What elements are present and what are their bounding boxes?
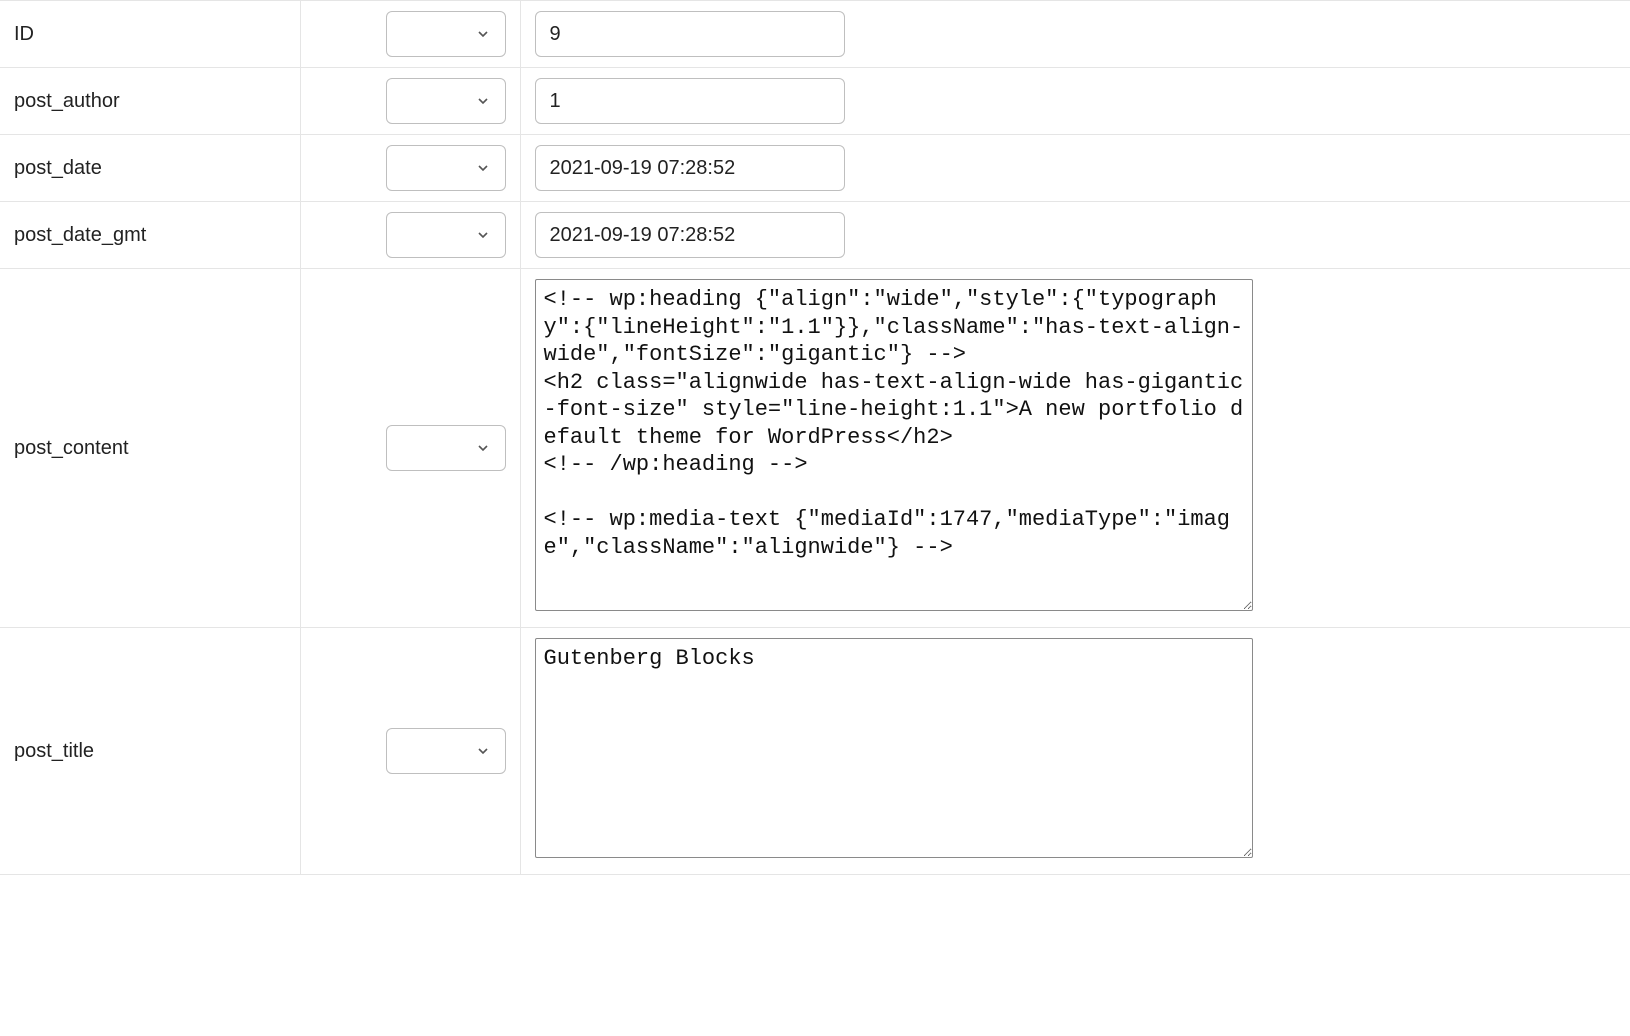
db-edit-table: ID post_author: [0, 0, 1630, 875]
func-select-post-content[interactable]: [386, 425, 506, 471]
func-select-post-title[interactable]: [386, 728, 506, 774]
func-select-post-author[interactable]: [386, 78, 506, 124]
row-post-date: post_date: [0, 135, 1630, 202]
chevron-down-icon: [475, 93, 491, 109]
func-select-id[interactable]: [386, 11, 506, 57]
chevron-down-icon: [475, 160, 491, 176]
row-id: ID: [0, 1, 1630, 68]
chevron-down-icon: [475, 227, 491, 243]
chevron-down-icon: [475, 743, 491, 759]
field-label-post-date: post_date: [0, 135, 300, 202]
value-input-post-date[interactable]: [535, 145, 845, 191]
row-post-title: post_title: [0, 628, 1630, 875]
row-post-author: post_author: [0, 68, 1630, 135]
field-label-post-title: post_title: [0, 628, 300, 875]
field-label-post-content: post_content: [0, 269, 300, 628]
field-label-post-author: post_author: [0, 68, 300, 135]
value-input-post-date-gmt[interactable]: [535, 212, 845, 258]
field-label-post-date-gmt: post_date_gmt: [0, 202, 300, 269]
row-post-date-gmt: post_date_gmt: [0, 202, 1630, 269]
row-post-content: post_content: [0, 269, 1630, 628]
value-textarea-post-content[interactable]: [535, 279, 1253, 611]
value-input-post-author[interactable]: [535, 78, 845, 124]
func-select-post-date-gmt[interactable]: [386, 212, 506, 258]
value-textarea-post-title[interactable]: [535, 638, 1253, 858]
field-label-id: ID: [0, 1, 300, 68]
func-select-post-date[interactable]: [386, 145, 506, 191]
chevron-down-icon: [475, 26, 491, 42]
chevron-down-icon: [475, 440, 491, 456]
value-input-id[interactable]: [535, 11, 845, 57]
